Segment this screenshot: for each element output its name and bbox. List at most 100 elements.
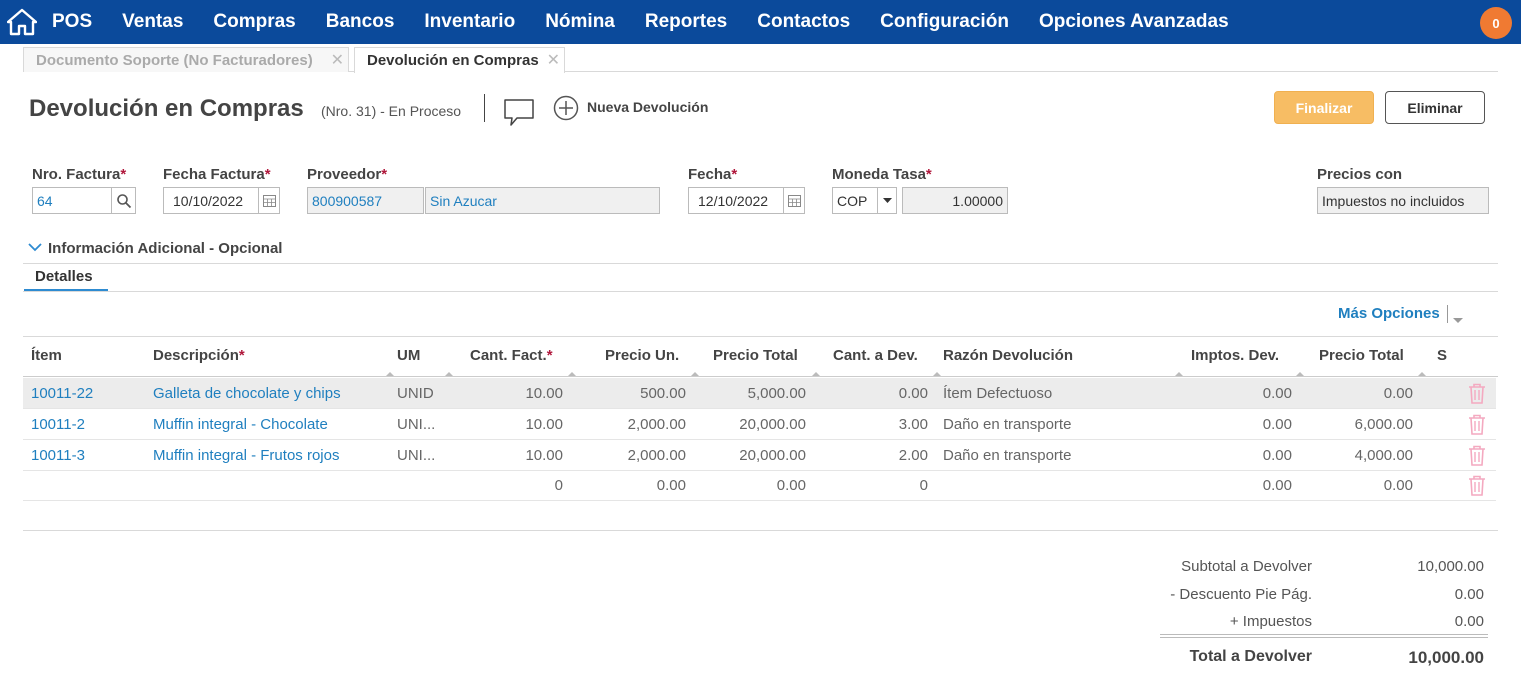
invoice-number-input[interactable]: 64 (32, 187, 112, 214)
date-label: Fecha* (688, 166, 738, 183)
currency-select[interactable]: COP (832, 187, 878, 214)
divider (23, 376, 1498, 377)
taxes-value: 0.00 (1454, 613, 1484, 630)
comment-icon[interactable] (503, 97, 535, 130)
col-razon-devolucion[interactable]: Razón Devolución (943, 347, 1073, 364)
return-qty[interactable]: 3.00 (828, 416, 928, 433)
col-cant-fact[interactable]: Cant. Fact.* (470, 347, 553, 364)
page-title: Devolución en Compras (29, 95, 304, 122)
taxes-label: + Impuestos (1229, 613, 1312, 630)
discount-label: - Descuento Pie Pág. (1170, 586, 1312, 603)
supplier-id-input[interactable]: 800900587 (307, 187, 424, 214)
col-descripcion[interactable]: Descripción* (153, 347, 245, 364)
item-description[interactable]: Muffin integral - Chocolate (153, 416, 328, 433)
col-item[interactable]: Ítem (31, 347, 62, 364)
tab-documento-soporte[interactable]: Documento Soporte (No Facturadores) ✕ (23, 47, 349, 72)
col-imptos-dev[interactable]: Imptos. Dev. (1191, 347, 1279, 364)
item-description[interactable]: Galleta de chocolate y chips (153, 385, 341, 402)
trash-icon[interactable] (1467, 383, 1487, 407)
item-description[interactable]: Muffin integral - Frutos rojos (153, 447, 339, 464)
invoice-date-label: Fecha Factura* (163, 166, 271, 183)
item-code[interactable]: 10011-3 (31, 447, 85, 464)
divider (1160, 637, 1488, 638)
calendar-icon[interactable] (258, 187, 280, 214)
table-row[interactable]: 10011-22 Galleta de chocolate y chips UN… (23, 378, 1496, 409)
item-code[interactable]: 10011-22 (31, 385, 93, 402)
unit-price: 2,000.00 (627, 447, 686, 464)
col-precio-total[interactable]: Precio Total (713, 347, 798, 364)
col-precio-un[interactable]: Precio Un. (605, 347, 679, 364)
return-qty[interactable]: 0 (828, 477, 928, 494)
tab-label: Devolución en Compras (367, 52, 539, 69)
nav-inventario[interactable]: Inventario (409, 11, 530, 33)
finalize-button[interactable]: Finalizar (1274, 91, 1374, 124)
search-icon[interactable] (111, 187, 136, 214)
invoice-date-input[interactable]: 10/10/2022 (163, 187, 259, 214)
trash-icon[interactable] (1467, 445, 1487, 469)
total-label: Total a Devolver (1189, 648, 1312, 665)
tab-detalles[interactable]: Detalles (35, 268, 93, 285)
return-reason[interactable]: Daño en transporte (943, 447, 1071, 464)
table-row[interactable]: 10011-2 Muffin integral - Chocolate UNI.… (23, 409, 1496, 440)
return-taxes: 0.00 (1262, 477, 1292, 494)
caret-down-icon[interactable] (877, 187, 897, 214)
close-icon[interactable]: ✕ (547, 50, 560, 70)
unit-price: 500.00 (640, 385, 686, 402)
table-row[interactable]: 0 0.00 0.00 0 0.00 0.00 (23, 470, 1496, 501)
top-navbar: POS Ventas Compras Bancos Inventario Nóm… (0, 0, 1521, 44)
date-input[interactable]: 12/10/2022 (688, 187, 784, 214)
prices-with-select[interactable]: Impuestos no incluidos (1317, 187, 1489, 214)
trash-icon[interactable] (1467, 414, 1487, 438)
calendar-icon[interactable] (783, 187, 805, 214)
nav-bancos[interactable]: Bancos (311, 11, 410, 33)
divider (23, 336, 1498, 337)
nav-ventas[interactable]: Ventas (107, 11, 198, 33)
nav-reportes[interactable]: Reportes (630, 11, 742, 33)
additional-info-toggle[interactable]: Información Adicional - Opcional (48, 240, 282, 257)
nav-opciones-avanzadas[interactable]: Opciones Avanzadas (1024, 11, 1244, 33)
discount-value[interactable]: 0.00 (1334, 586, 1484, 603)
supplier-name-input[interactable]: Sin Azucar (425, 187, 660, 214)
col-cant-dev[interactable]: Cant. a Dev. (833, 347, 918, 364)
nav-configuracion[interactable]: Configuración (865, 11, 1024, 33)
return-qty[interactable]: 0.00 (828, 385, 928, 402)
col-um[interactable]: UM (397, 347, 420, 364)
close-icon[interactable]: ✕ (331, 50, 344, 70)
nav-pos[interactable]: POS (44, 11, 107, 33)
nav-compras[interactable]: Compras (198, 11, 310, 33)
invoiced-qty: 10.00 (525, 416, 563, 433)
unit-measure: UNI... (397, 416, 436, 433)
nav-contactos[interactable]: Contactos (742, 11, 865, 33)
more-options-button[interactable]: Más Opciones (1338, 305, 1440, 322)
chevron-down-icon[interactable] (27, 240, 43, 256)
exchange-rate-input[interactable]: 1.00000 (902, 187, 1008, 214)
return-reason[interactable]: Daño en transporte (943, 416, 1071, 433)
return-total: 0.00 (1383, 477, 1413, 494)
plus-circle-icon[interactable] (553, 95, 579, 124)
nav-nomina[interactable]: Nómina (530, 11, 630, 33)
invoiced-qty: 10.00 (525, 447, 563, 464)
unit-price: 2,000.00 (627, 416, 686, 433)
caret-down-icon[interactable] (1453, 311, 1463, 327)
divider (484, 94, 485, 122)
return-reason[interactable]: Ítem Defectuoso (943, 385, 1052, 402)
col-precio-total-dev[interactable]: Precio Total (1319, 347, 1404, 364)
tab-devolucion-compras[interactable]: Devolución en Compras ✕ (354, 47, 565, 73)
return-total: 4,000.00 (1354, 447, 1413, 464)
subtotal-value: 10,000.00 (1417, 558, 1484, 575)
divider (23, 291, 1498, 292)
return-taxes: 0.00 (1262, 385, 1292, 402)
new-return-link[interactable]: Nueva Devolución (587, 99, 708, 115)
col-s[interactable]: S (1437, 347, 1447, 364)
total-price: 0.00 (776, 477, 806, 494)
currency-rate-label: Moneda Tasa* (832, 166, 932, 183)
delete-button[interactable]: Eliminar (1385, 91, 1485, 124)
notification-badge[interactable]: 0 (1480, 7, 1512, 39)
home-icon[interactable] (0, 0, 44, 44)
return-qty[interactable]: 2.00 (828, 447, 928, 464)
trash-icon[interactable] (1467, 475, 1487, 499)
divider (1160, 634, 1488, 635)
table-row[interactable]: 10011-3 Muffin integral - Frutos rojos U… (23, 440, 1496, 471)
item-code[interactable]: 10011-2 (31, 416, 85, 433)
total-price: 5,000.00 (747, 385, 806, 402)
